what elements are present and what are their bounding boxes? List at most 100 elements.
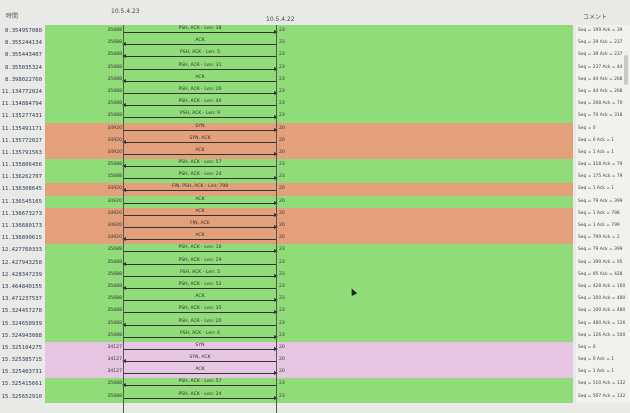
packet-label: PSH, ACK - Len: 5	[179, 50, 221, 56]
port-a-cell: 34920	[107, 137, 122, 143]
vertical-scrollbar[interactable]	[624, 55, 628, 85]
comment-cell: Seq = 1 Ack = 1	[576, 183, 630, 196]
flow-row[interactable]: 8.354957080 35688 23 PSH, ACK - Len: 38 Seq …	[0, 25, 630, 38]
flow-rows: 8.354957080 35688 23 PSH, ACK - Len: 38 Seq …	[0, 25, 630, 403]
flow-row[interactable]: 11.135791563 34920 20 ACK Seq = 1 Ack = 1	[0, 146, 630, 160]
port-a-cell: 35688	[107, 381, 122, 387]
comment-cell: Seq = 0	[576, 341, 630, 355]
flow-row[interactable]: 11.135806456 35688 23 PSH, ACK - Len: 57 Seq…	[0, 159, 630, 172]
port-b-cell: 23	[279, 28, 285, 33]
comment-cell: Seq = 799 Ack = 2	[576, 232, 630, 245]
comment-cell: Seq = 70 Ack = 318	[576, 110, 630, 123]
port-a-cell: 34920	[107, 235, 122, 241]
flow-row[interactable]: 11.136680173 34920 20 FIN, ACK Seq = 1 Ack =…	[0, 220, 630, 233]
time-cell: 11.134884794	[1, 101, 42, 108]
packet-label: SYN, ACK	[189, 355, 211, 361]
port-a-cell: 35688	[107, 101, 122, 107]
packet-label: PSH, ACK - Len: 9	[179, 111, 221, 117]
port-b-cell: 20	[279, 149, 285, 155]
host-a-address: 10.5.4.23	[111, 8, 140, 15]
comment-cell: Seq = 100 Ack = 480	[576, 293, 630, 306]
comment-column-header: コメント	[583, 14, 608, 21]
flow-row[interactable]: 15.325403731 34127 20 ACK Seq = 1 Ack = 1	[0, 366, 630, 379]
time-cell: 15.324457278	[1, 308, 42, 315]
flow-row[interactable]: 8.355443407 35688 23 PSH, ACK - Len: 5 Seq =…	[0, 49, 630, 62]
flow-row[interactable]: 11.134772024 35688 23 PSH, ACK - Len: 26 Seq…	[0, 85, 630, 99]
port-b-cell: 20	[279, 210, 285, 216]
flow-row[interactable]: 11.136673273 34920 20 ACK Seq = 1 Ack = 798	[0, 207, 630, 220]
time-cell: 11.136890615	[1, 235, 42, 242]
packet-label: PSH, ACK - Len: 29	[178, 257, 222, 263]
port-b-cell: 23	[279, 320, 285, 326]
arrow-right-icon	[124, 127, 278, 132]
arrow-right-icon	[124, 200, 278, 205]
flow-row[interactable]: 15.324457278 35688 23 PSH, ACK - Len: 35 Seq…	[0, 305, 630, 318]
packet-label: PSH, ACK - Len: 57	[178, 160, 222, 166]
time-cell: 13.471237537	[1, 296, 42, 303]
port-b-cell: 23	[279, 296, 285, 302]
flow-row[interactable]: 13.464840155 35688 23 PSH, ACK - Len: 52 Seq…	[0, 280, 630, 294]
arrow-right-icon	[124, 115, 278, 120]
comment-cell: Seq = 567 Ack = 132	[576, 390, 630, 403]
flow-row[interactable]: 11.136308645 34920 20 FIN, PSH, ACK - Len: …	[0, 183, 630, 196]
flow-graph-window: 時間 10.5.4.23 10.5.4.22 コメント 8.354957080 3…	[0, 0, 630, 413]
time-cell: 8.355244134	[4, 40, 42, 47]
flow-row[interactable]: 15.325385715 34127 20 SYN, ACK Seq = 0 Ack =…	[0, 354, 630, 367]
comment-cell: Seq = 0 Ack = 1	[576, 354, 630, 367]
flow-row[interactable]: 15.325415661 35688 23 PSH, ACK - Len: 57 Seq…	[0, 378, 630, 391]
time-cell: 15.325385715	[1, 357, 42, 364]
flow-row[interactable]: 11.135277431 35688 23 PSH, ACK - Len: 9 Seq …	[0, 110, 630, 123]
port-b-cell: 20	[279, 357, 285, 363]
time-cell: 8.355443407	[4, 52, 42, 59]
flow-row[interactable]: 15.324943088 35688 23 PSH, ACK - Len: 6 Seq …	[0, 329, 630, 342]
arrow-left-icon	[122, 42, 276, 47]
comment-cell: Seq = 44 Ack = 268	[576, 73, 630, 86]
flow-row[interactable]: 15.325652910 35688 23 PSH, ACK - Len: 24 Seq…	[0, 390, 630, 403]
arrow-right-icon	[124, 151, 278, 156]
packet-label: PSH, ACK - Len: 31	[178, 62, 222, 68]
arrow-left-icon	[122, 188, 276, 193]
port-b-cell: 23	[279, 88, 285, 94]
flow-row[interactable]: 11.136262707 35688 23 PSH, ACK - Len: 24 Seq…	[0, 171, 630, 184]
flow-row[interactable]: 12.427760333 35688 23 PSH, ACK - Len: 16 Seq…	[0, 244, 630, 257]
flow-row[interactable]: 12.428347239 35688 23 PSH, ACK - Len: 5 Seq …	[0, 268, 630, 281]
flow-row[interactable]: 11.136545165 34920 20 ACK Seq = 79 Ack = 399	[0, 195, 630, 208]
time-cell: 11.136262707	[1, 174, 42, 181]
packet-label: PSH, ACK - Len: 35	[178, 306, 222, 312]
comment-cell: Seq = 480 Ack = 126	[576, 317, 630, 330]
port-a-cell: 34127	[107, 344, 122, 350]
flow-row[interactable]: 8.355244134 35688 23 ACK Seq = 39 Ack = 237	[0, 37, 630, 50]
flow-row[interactable]: 8.355035324 35688 23 PSH, ACK - Len: 31 Seq …	[0, 61, 630, 74]
comment-cell: Seq = 79 Ack = 399	[576, 244, 630, 257]
flow-row[interactable]: 15.325104275 34127 20 SYN Seq = 0	[0, 341, 630, 355]
time-cell: 11.135277431	[1, 113, 42, 120]
flow-row[interactable]: 11.135772027 34920 20 SYN, ACK Seq = 0 Ack =…	[0, 134, 630, 147]
port-b-cell: 23	[279, 259, 285, 265]
port-b-cell: 20	[279, 198, 285, 204]
port-a-cell: 35688	[107, 113, 122, 119]
flow-row[interactable]: 11.135491171 34920 20 SYN Seq = 0	[0, 122, 630, 135]
packet-label: PSH, ACK - Len: 57	[178, 379, 222, 385]
comment-cell: Seq = 100 Ack = 480	[576, 305, 630, 318]
arrow-right-icon	[124, 298, 278, 303]
time-cell: 11.136673273	[1, 210, 42, 217]
port-a-cell: 35688	[107, 271, 122, 277]
packet-label: ACK	[195, 38, 205, 44]
flow-row[interactable]: 11.134884794 35688 23 PSH, ACK - Len: 40 Seq…	[0, 98, 630, 111]
flow-row[interactable]: 11.136890615 34920 20 ACK Seq = 799 Ack = 2	[0, 232, 630, 245]
packet-label: SYN	[195, 342, 205, 348]
comment-cell: Seq = 79 Ack = 399	[576, 195, 630, 208]
port-b-cell: 23	[279, 101, 285, 107]
packet-label: PSH, ACK - Len: 38	[178, 26, 222, 31]
comment-cell: Seq = 1 Ack = 798	[576, 207, 630, 220]
flow-row[interactable]: 15.324650939 35688 23 PSH, ACK - Len: 20 Seq…	[0, 317, 630, 330]
port-a-cell: 35688	[107, 259, 122, 265]
time-cell: 15.325403731	[1, 369, 42, 376]
flow-row[interactable]: 8.398022760 35688 23 ACK Seq = 44 Ack = 268	[0, 73, 630, 86]
flow-row[interactable]: 13.471237537 35688 23 ACK Seq = 100 Ack = 48…	[0, 293, 630, 306]
arrow-left-icon	[122, 103, 276, 108]
flow-row[interactable]: 12.427943258 35688 23 PSH, ACK - Len: 29 Seq…	[0, 256, 630, 269]
packet-label: PSH, ACK - Len: 6	[179, 330, 221, 336]
time-cell: 8.354957080	[4, 28, 42, 34]
time-cell: 11.136545165	[1, 198, 42, 205]
